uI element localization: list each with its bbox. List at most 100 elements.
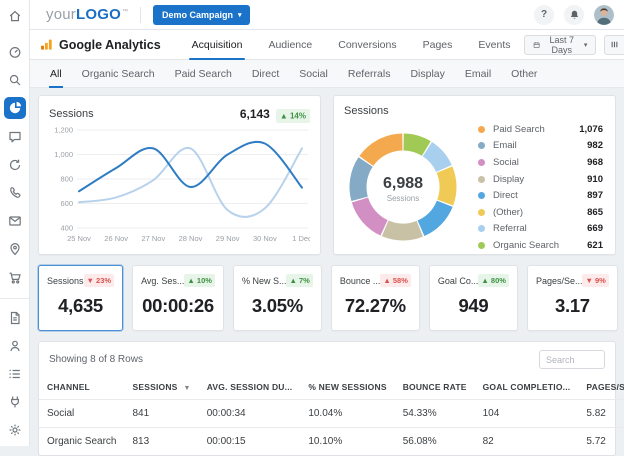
help-button[interactable]: ? — [534, 5, 554, 25]
donut-segment-email[interactable] — [358, 162, 366, 199]
gauge-icon[interactable] — [2, 39, 28, 65]
metric-card-bounce[interactable]: Bounce ...▲ 58%72.27% — [331, 265, 420, 331]
report-icon[interactable] — [2, 305, 28, 331]
donut-segment-display[interactable] — [385, 229, 420, 233]
svg-text:29 Nov: 29 Nov — [216, 234, 240, 243]
list-icon[interactable] — [2, 361, 28, 387]
tab-acquisition[interactable]: Acquisition — [179, 30, 256, 60]
filter-tab-all[interactable]: All — [40, 60, 72, 88]
brand-logo[interactable]: yourLOGO™ — [46, 6, 128, 23]
column-header-goal-completio[interactable]: GOAL COMPLETIO... — [475, 377, 579, 400]
legend-item-organic-search[interactable]: Organic Search621 — [478, 237, 603, 254]
table-cell: 841 — [124, 400, 198, 428]
table-cell: 54.33% — [395, 400, 475, 428]
view-toggle-group — [604, 35, 624, 55]
legend-dot — [478, 209, 485, 216]
phone-icon[interactable] — [2, 180, 28, 206]
sessions-line-chart-card: Sessions 6,143 ▲ 14% 4006008001,0001,200… — [38, 95, 321, 255]
plug-icon[interactable] — [2, 389, 28, 415]
metric-label: Sessions — [47, 276, 84, 286]
donut-segment-paid-search[interactable] — [366, 142, 402, 161]
legend-dot — [478, 142, 485, 149]
mail-icon[interactable] — [2, 208, 28, 234]
filter-tab-other[interactable]: Other — [501, 60, 547, 88]
filter-tab-direct[interactable]: Direct — [242, 60, 289, 88]
legend-value: 1,076 — [579, 124, 603, 135]
pie-chart-icon[interactable] — [4, 97, 26, 119]
table-header-row: CHANNELSESSIONS▼AVG. SESSION DU...% NEW … — [39, 377, 624, 400]
donut-segment-other[interactable] — [445, 170, 449, 203]
table-cell: 104 — [475, 400, 579, 428]
notifications-button[interactable] — [564, 5, 584, 25]
filter-tab-paid-search[interactable]: Paid Search — [165, 60, 242, 88]
metric-card-goal-co[interactable]: Goal Co...▲ 80%949 — [429, 265, 518, 331]
legend-item-other[interactable]: (Other)865 — [478, 204, 603, 221]
chat-icon[interactable] — [2, 124, 28, 150]
svg-text:30 Nov: 30 Nov — [253, 234, 277, 243]
column-header-sessions[interactable]: SESSIONS▼ — [124, 377, 198, 400]
column-header-new-sessions[interactable]: % NEW SESSIONS — [300, 377, 394, 400]
column-header-avg-session-du[interactable]: AVG. SESSION DU... — [199, 377, 301, 400]
legend-dot — [478, 242, 485, 249]
legend-dot — [478, 225, 485, 232]
home-icon[interactable] — [2, 3, 28, 29]
change-badge: ▲ 10% — [184, 274, 215, 287]
svg-text:800: 800 — [60, 175, 73, 184]
table-cell: Social — [39, 400, 124, 428]
legend-value: 669 — [587, 223, 603, 234]
campaign-selector-button[interactable]: Demo Campaign ▾ — [153, 5, 251, 25]
donut-segment-referral[interactable] — [427, 150, 444, 169]
metric-card-avg-ses[interactable]: Avg. Ses...▲ 10%00:00:26 — [132, 265, 224, 331]
sidebar — [0, 0, 30, 446]
bell-icon — [569, 9, 580, 21]
svg-text:27 Nov: 27 Nov — [141, 234, 165, 243]
filter-tab-email[interactable]: Email — [455, 60, 501, 88]
tab-audience[interactable]: Audience — [255, 30, 325, 60]
donut-segment-social[interactable] — [360, 200, 384, 228]
donut-segment-direct[interactable] — [421, 204, 445, 229]
sync-icon[interactable] — [2, 152, 28, 178]
donut-segment-organic-search[interactable] — [404, 142, 427, 149]
metric-card-new-s[interactable]: % New S...▲ 7%3.05% — [233, 265, 322, 331]
search-icon[interactable] — [2, 67, 28, 93]
metric-card-pages-se[interactable]: Pages/Se...▼ 9%3.17 — [527, 265, 618, 331]
tab-pages[interactable]: Pages — [410, 30, 466, 60]
channels-table: CHANNELSESSIONS▼AVG. SESSION DU...% NEW … — [39, 377, 624, 455]
filter-tab-social[interactable]: Social — [289, 60, 338, 88]
widget-title-group: Google Analytics — [40, 38, 161, 52]
metric-value: 3.05% — [242, 295, 313, 317]
date-range-button[interactable]: Last 7 Days ▾ — [524, 35, 597, 55]
column-header-pages-session[interactable]: PAGES/SESSION — [578, 377, 624, 400]
table-row-organic-search: Organic Search81300:00:1510.10%56.08%825… — [39, 428, 624, 456]
legend-item-email[interactable]: Email982 — [478, 138, 603, 155]
cart-icon[interactable] — [2, 265, 28, 291]
legend-item-direct[interactable]: Direct897 — [478, 187, 603, 204]
legend-item-social[interactable]: Social968 — [478, 154, 603, 171]
tab-conversions[interactable]: Conversions — [325, 30, 409, 60]
gear-icon[interactable] — [2, 417, 28, 443]
table-search-input[interactable] — [539, 350, 605, 369]
metric-card-sessions[interactable]: Sessions▼ 23%4,635 — [38, 265, 123, 331]
legend-label: Organic Search — [493, 240, 587, 251]
column-header-channel[interactable]: CHANNEL — [39, 377, 124, 400]
filter-tab-display[interactable]: Display — [400, 60, 454, 88]
legend-dot — [478, 176, 485, 183]
legend-label: (Other) — [493, 207, 587, 218]
filter-tab-organic-search[interactable]: Organic Search — [72, 60, 165, 88]
chevron-down-icon: ▾ — [584, 41, 588, 49]
legend-item-display[interactable]: Display910 — [478, 171, 603, 188]
campaign-label: Demo Campaign — [162, 10, 233, 20]
change-badge: ▼ 9% — [582, 274, 608, 287]
legend-item-paid-search[interactable]: Paid Search1,076 — [478, 121, 603, 138]
column-header-bounce-rate[interactable]: BOUNCE RATE — [395, 377, 475, 400]
user-icon[interactable] — [2, 333, 28, 359]
filter-tab-referrals[interactable]: Referrals — [338, 60, 401, 88]
location-icon[interactable] — [2, 236, 28, 262]
columns-view-button[interactable] — [605, 36, 623, 54]
svg-text:1,000: 1,000 — [54, 150, 73, 159]
legend-item-referral[interactable]: Referral669 — [478, 221, 603, 238]
user-avatar[interactable] — [594, 5, 614, 25]
metric-value: 72.27% — [340, 295, 411, 317]
tab-events[interactable]: Events — [465, 30, 523, 60]
sessions-line-chart: 4006008001,0001,20025 Nov26 Nov27 Nov28 … — [49, 123, 310, 245]
